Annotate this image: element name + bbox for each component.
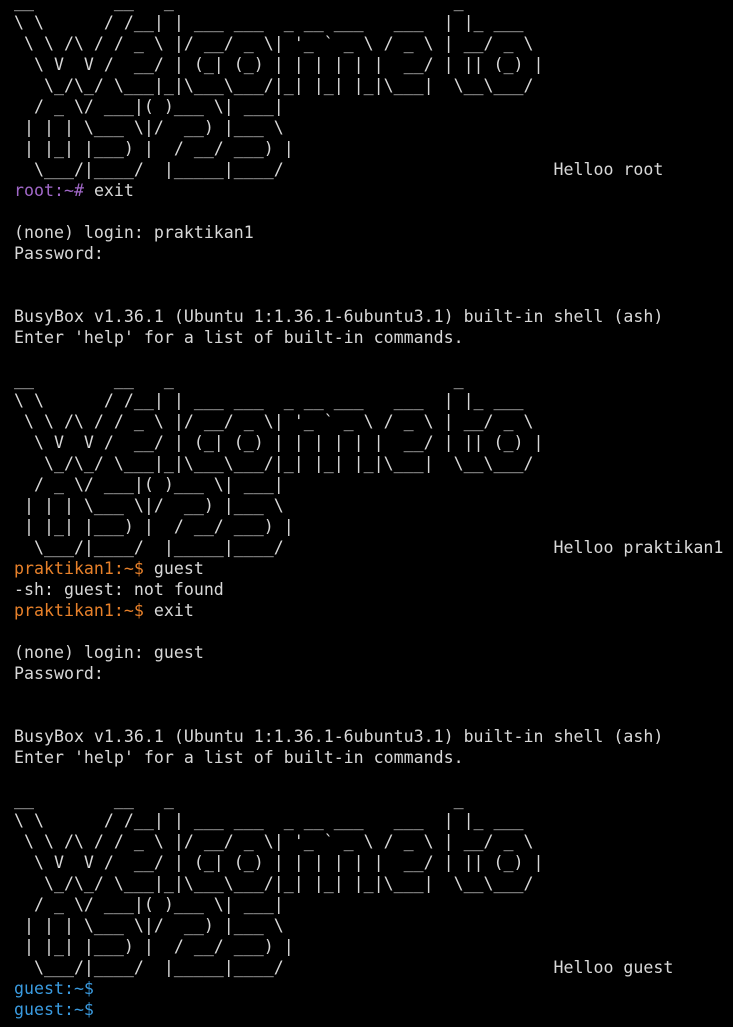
command-line: praktikan1:~$ guest: [14, 558, 733, 579]
prompt-praktikan: praktikan1:~$: [14, 559, 144, 578]
banner-line: | |_| |___) | / __/ ___) |: [14, 517, 294, 536]
greeting-guest: Helloo guest: [553, 958, 674, 977]
banner-line: / _ \/ ___|( )___ \| ___|: [14, 97, 284, 116]
banner-line: \_/\_/ \___|_|\___\___/|_| |_| |_|\___| …: [14, 874, 544, 893]
banner-line: \ V V / __/ | (_| (_) | | | | | | __/ | …: [14, 55, 544, 74]
help-line: Enter 'help' for a list of built-in comm…: [14, 748, 464, 767]
login-line: (none) login: praktikan1: [14, 223, 254, 242]
command-line-active[interactable]: guest:~$: [14, 999, 733, 1020]
command-text: guest: [153, 559, 204, 578]
busybox-line: BusyBox v1.36.1 (Ubuntu 1:1.36.1-6ubuntu…: [14, 307, 664, 326]
prompt-guest: guest:~$: [14, 1000, 94, 1019]
banner-line-with-greeting: \___/|____/ |_____|____/ Helloo praktika…: [14, 537, 733, 558]
banner-line-with-greeting: \___/|____/ |_____|____/ Helloo root: [14, 159, 733, 180]
banner-art: \___/|____/ |_____|____/: [14, 958, 284, 977]
prompt-praktikan: praktikan1:~$: [14, 601, 144, 620]
banner-line-with-greeting: \___/|____/ |_____|____/ Helloo guest: [14, 957, 733, 978]
command-line: guest:~$: [14, 978, 733, 999]
login-line: (none) login: guest: [14, 643, 204, 662]
banner-line: \ \ /\ / / _ \ |/ __/ _ \| '_ ` _ \ / _ …: [14, 412, 544, 431]
banner-line: __ __ _ _: [14, 790, 544, 809]
banner-line: \ \ /\ / / _ \ |/ __/ _ \| '_ ` _ \ / _ …: [14, 832, 544, 851]
terminal-window[interactable]: __ __ _ _ \ \ / /__| | ___ ___ _ __ ___ …: [0, 0, 733, 1027]
help-line: Enter 'help' for a list of built-in comm…: [14, 328, 464, 347]
banner-line: __ __ _ _: [14, 370, 544, 389]
banner-art: \___/|____/ |_____|____/: [14, 160, 284, 179]
error-line: -sh: guest: not found: [14, 580, 224, 599]
command-line: praktikan1:~$ exit: [14, 600, 733, 621]
password-line: Password:: [14, 664, 104, 683]
banner-line: \ V V / __/ | (_| (_) | | | | | | __/ | …: [14, 853, 544, 872]
command-text: exit: [153, 601, 194, 620]
banner-line: | | | \___ \|/ __) |___ \: [14, 916, 284, 935]
banner-line: \ \ / /__| | ___ ___ _ __ ___ ___ | |_ _…: [14, 391, 544, 410]
banner-line: \ \ / /__| | ___ ___ _ __ ___ ___ | |_ _…: [14, 811, 544, 830]
command-line: root:~# exit: [14, 180, 733, 201]
banner-line: \ \ /\ / / _ \ |/ __/ _ \| '_ ` _ \ / _ …: [14, 34, 544, 53]
banner-line: | | | \___ \|/ __) |___ \: [14, 118, 284, 137]
banner-line: / _ \/ ___|( )___ \| ___|: [14, 475, 284, 494]
prompt-root: root:~#: [14, 181, 84, 200]
banner-line: \_/\_/ \___|_|\___\___/|_| |_| |_|\___| …: [14, 76, 544, 95]
banner-line: | | | \___ \|/ __) |___ \: [14, 496, 284, 515]
greeting-praktikan: Helloo praktikan1: [553, 538, 724, 557]
banner-line: | |_| |___) | / __/ ___) |: [14, 139, 294, 158]
banner-line: __ __ _ _: [14, 0, 544, 11]
command-text: exit: [93, 181, 134, 200]
banner-line: | |_| |___) | / __/ ___) |: [14, 937, 294, 956]
banner-line: \ V V / __/ | (_| (_) | | | | | | __/ | …: [14, 433, 544, 452]
banner-line: \ \ / /__| | ___ ___ _ __ ___ ___ | |_ _…: [14, 13, 544, 32]
banner-line: \_/\_/ \___|_|\___\___/|_| |_| |_|\___| …: [14, 454, 544, 473]
prompt-guest: guest:~$: [14, 979, 94, 998]
banner-line: / _ \/ ___|( )___ \| ___|: [14, 895, 284, 914]
greeting-root: Helloo root: [553, 160, 664, 179]
banner-art: \___/|____/ |_____|____/: [14, 538, 284, 557]
password-line: Password:: [14, 244, 104, 263]
busybox-line: BusyBox v1.36.1 (Ubuntu 1:1.36.1-6ubuntu…: [14, 727, 664, 746]
